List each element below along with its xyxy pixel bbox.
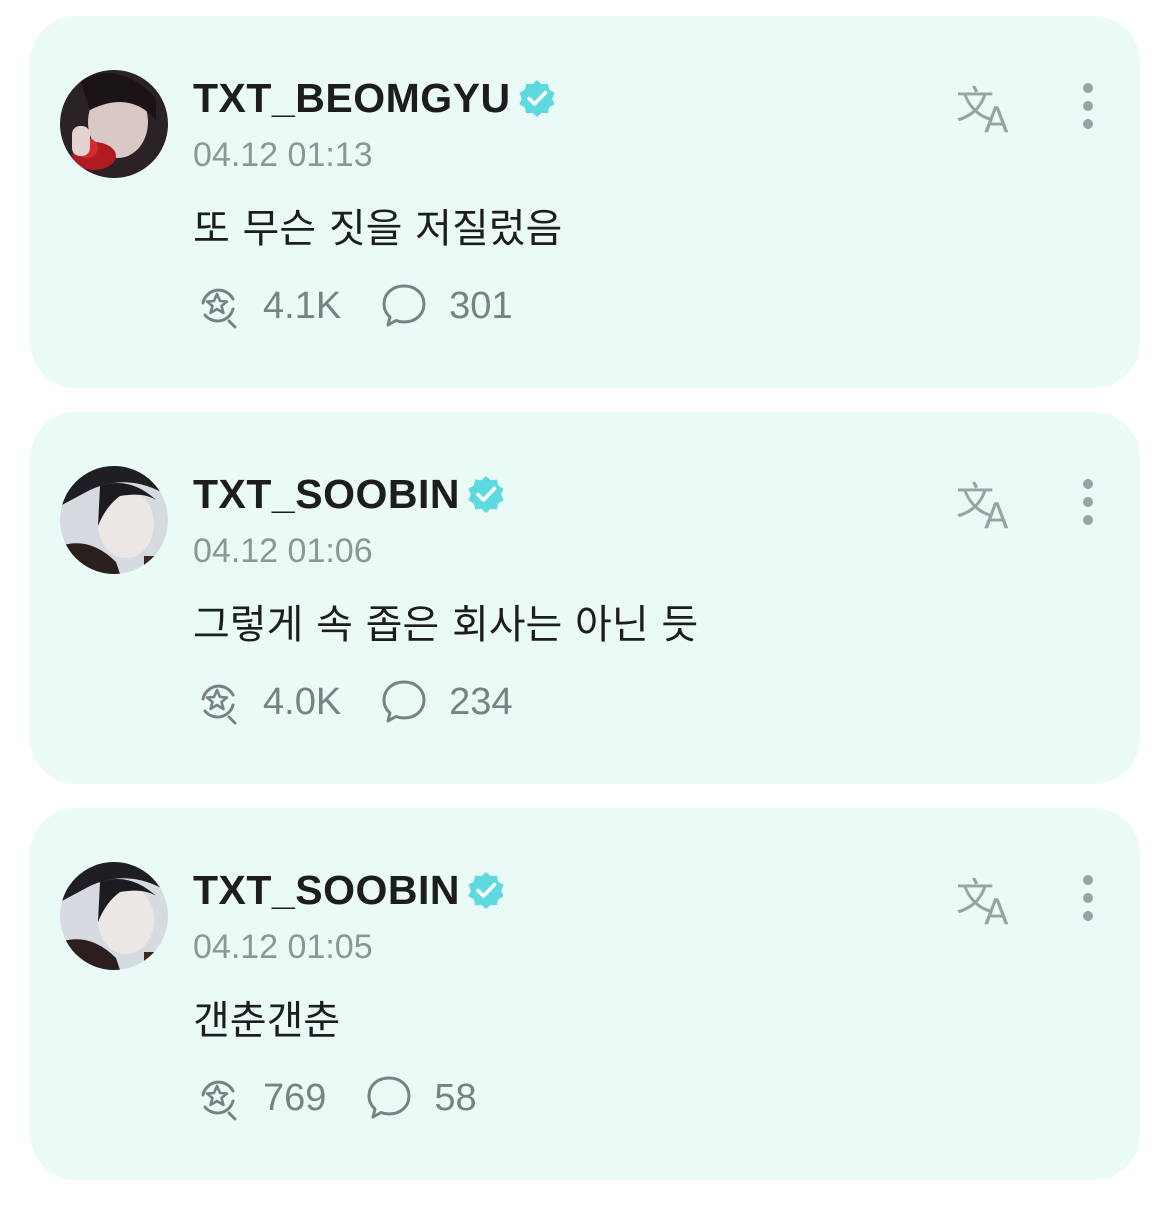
repost-action[interactable]: 4.1K [193, 281, 341, 331]
username[interactable]: TXT_SOOBIN [193, 867, 460, 914]
svg-text:A: A [984, 892, 1009, 928]
username-row: TXT_BEOMGYU [193, 74, 557, 122]
post-text: 또 무슨 짓을 저질렀음 [193, 206, 563, 252]
repost-count: 769 [263, 1076, 327, 1119]
comment-bubble-icon [379, 677, 429, 727]
verified-badge-icon [466, 870, 506, 910]
comment-action[interactable]: 234 [379, 677, 513, 727]
repost-icon [193, 281, 243, 331]
username-row: TXT_SOOBIN [193, 866, 506, 914]
username[interactable]: TXT_BEOMGYU [193, 75, 511, 122]
comment-count: 58 [434, 1076, 477, 1119]
translate-icon: 文 A [956, 875, 1009, 933]
avatar[interactable] [60, 466, 168, 574]
timestamp: 04.12 01:13 [193, 136, 373, 174]
translate-button[interactable]: 文 A [954, 872, 1020, 933]
avatar[interactable] [60, 70, 168, 178]
post-actions: 769 58 [193, 1074, 515, 1122]
comment-bubble-icon [364, 1073, 414, 1123]
post-text: 갠춘갠춘 [193, 998, 341, 1044]
post-card[interactable]: TXT_BEOMGYU 04.12 01:13 또 무슨 짓을 저질렀음 4.1… [30, 16, 1140, 388]
svg-text:A: A [984, 496, 1009, 532]
more-vertical-icon [1083, 479, 1093, 525]
repost-icon [193, 677, 243, 727]
repost-count: 4.1K [263, 284, 342, 327]
timestamp: 04.12 01:06 [193, 532, 373, 570]
repost-action[interactable]: 769 [193, 1073, 326, 1123]
timestamp: 04.12 01:05 [193, 928, 373, 966]
translate-button[interactable]: 文 A [954, 80, 1020, 141]
more-options-button[interactable] [1068, 476, 1108, 530]
more-vertical-icon [1083, 875, 1093, 921]
comment-action[interactable]: 301 [379, 281, 513, 331]
repost-icon [193, 1073, 243, 1123]
username-row: TXT_SOOBIN [193, 470, 506, 518]
post-actions: 4.0K 234 [193, 678, 551, 726]
translate-icon: 文 A [956, 83, 1009, 141]
repost-count: 4.0K [263, 680, 342, 723]
post-feed: TXT_BEOMGYU 04.12 01:13 또 무슨 짓을 저질렀음 4.1… [0, 0, 1170, 1210]
verified-badge-icon [466, 474, 506, 514]
repost-action[interactable]: 4.0K [193, 677, 341, 727]
avatar[interactable] [60, 862, 168, 970]
comment-bubble-icon [379, 281, 429, 331]
more-vertical-icon [1083, 83, 1093, 129]
post-card[interactable]: TXT_SOOBIN 04.12 01:06 그렇게 속 좁은 회사는 아닌 듯 [30, 412, 1140, 784]
post-actions: 4.1K 301 [193, 282, 551, 330]
more-options-button[interactable] [1068, 80, 1108, 134]
svg-text:A: A [984, 100, 1009, 136]
comment-count: 234 [449, 680, 513, 723]
translate-button[interactable]: 文 A [954, 476, 1020, 537]
post-text: 그렇게 속 좁은 회사는 아닌 듯 [193, 602, 699, 648]
post-card[interactable]: TXT_SOOBIN 04.12 01:05 갠춘갠춘 769 58 文 A [30, 808, 1140, 1180]
username[interactable]: TXT_SOOBIN [193, 471, 460, 518]
verified-badge-icon [517, 78, 557, 118]
translate-icon: 文 A [956, 479, 1009, 537]
more-options-button[interactable] [1068, 872, 1108, 926]
comment-count: 301 [449, 284, 513, 327]
comment-action[interactable]: 58 [364, 1073, 477, 1123]
